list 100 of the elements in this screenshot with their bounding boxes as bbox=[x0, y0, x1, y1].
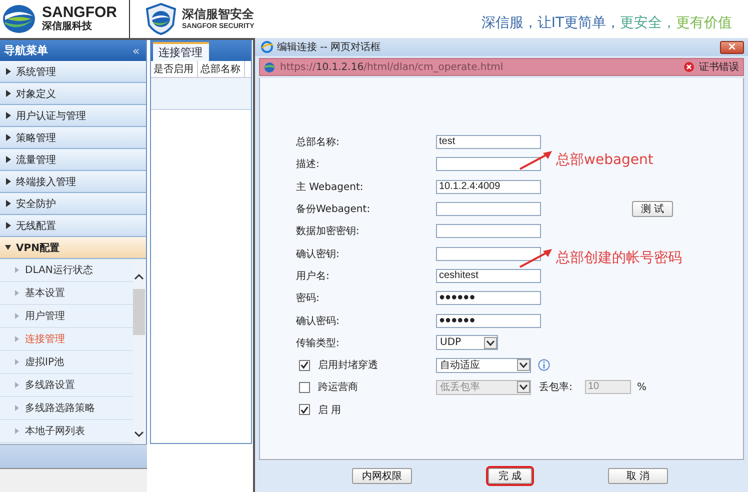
caret-right-icon bbox=[5, 68, 11, 75]
collapse-button[interactable]: « bbox=[132, 44, 140, 58]
submenu-label: 用户管理 bbox=[25, 310, 65, 323]
input-field[interactable]: 10.1.2.4:4009 bbox=[436, 180, 541, 194]
caret-right-icon bbox=[5, 222, 11, 229]
field-label: 描述: bbox=[296, 158, 320, 172]
caret-right-icon bbox=[5, 90, 11, 97]
brand-name: SANGFOR bbox=[42, 5, 117, 21]
input-field[interactable]: ceshitest bbox=[436, 268, 541, 283]
field-label: 丢包率: bbox=[539, 380, 574, 394]
submenu-label: 连接管理 bbox=[25, 332, 65, 346]
submenu-item[interactable]: 本地子网列表 bbox=[0, 420, 133, 443]
nav-item[interactable]: 流量管理 bbox=[0, 149, 146, 171]
arrow-icon bbox=[518, 150, 554, 170]
dialog-button[interactable]: 完 成 bbox=[488, 468, 532, 484]
nav-label: 流量管理 bbox=[16, 154, 56, 166]
submenu-label: 多线路设置 bbox=[25, 378, 75, 392]
caret-right-icon bbox=[5, 112, 11, 119]
scrollbar[interactable] bbox=[132, 259, 146, 444]
browser-icon bbox=[261, 41, 273, 53]
field-label: 用户名: bbox=[296, 270, 330, 283]
dropdown[interactable]: UDP bbox=[436, 335, 498, 350]
submenu-label: 虚拟IP池 bbox=[25, 356, 64, 369]
submenu-item[interactable]: DLAN运行状态 bbox=[0, 259, 133, 282]
window-title: 编辑连接 -- 网页对话框 bbox=[277, 40, 381, 54]
input-field[interactable] bbox=[436, 157, 541, 172]
field-label: 数据加密密钥: bbox=[296, 224, 360, 238]
nav-label: 安全防护 bbox=[16, 198, 56, 210]
field-label: 主 Webagent: bbox=[296, 180, 364, 194]
caret-right-icon bbox=[5, 200, 11, 207]
column-header[interactable]: 总部名称 bbox=[198, 61, 245, 77]
nav-label: VPN配置 bbox=[16, 242, 60, 254]
caret-right-icon bbox=[5, 134, 11, 141]
nav-item[interactable]: 系统管理 bbox=[0, 61, 146, 83]
caret-down-icon bbox=[5, 244, 11, 251]
nav-item[interactable]: 策略管理 bbox=[0, 127, 146, 149]
url-text: https://10.1.2.16/html/dlan/cm_operate.html bbox=[280, 62, 504, 72]
caret-right-icon bbox=[15, 267, 19, 273]
field-label: 确认密码: bbox=[296, 314, 340, 328]
input-field[interactable] bbox=[436, 202, 541, 216]
tab[interactable]: 连接管理 bbox=[152, 42, 209, 61]
caret-right-icon bbox=[5, 156, 11, 163]
submenu-label: 基本设置 bbox=[25, 286, 65, 300]
submenu-item[interactable]: 用户管理 bbox=[0, 305, 133, 328]
nav-item[interactable]: 安全防护 bbox=[0, 193, 146, 215]
scroll-thumb[interactable] bbox=[133, 289, 146, 335]
arrow-icon bbox=[518, 248, 554, 268]
submenu-label: 本地子网列表 bbox=[25, 424, 85, 438]
dropdown[interactable]: 自动适应 bbox=[436, 358, 531, 373]
slogan-text: 深信服，让IT更简单， bbox=[481, 15, 620, 31]
checkbox[interactable] bbox=[299, 404, 310, 416]
input-field[interactable] bbox=[436, 224, 541, 238]
submenu-item[interactable]: 虚拟IP池 bbox=[0, 351, 133, 374]
submenu-item[interactable]: 基本设置 bbox=[0, 282, 133, 305]
nav-label: 对象定义 bbox=[16, 88, 56, 100]
test-button[interactable]: 测 试 bbox=[632, 201, 674, 218]
nav-item[interactable]: 对象定义 bbox=[0, 83, 146, 105]
input-field[interactable]: ●●●●●● bbox=[436, 314, 541, 328]
field-label: 传输类型: bbox=[296, 336, 340, 350]
caret-right-icon bbox=[5, 178, 11, 185]
caret-right-icon bbox=[15, 336, 19, 342]
globe-icon bbox=[264, 62, 275, 72]
input-field[interactable] bbox=[436, 246, 541, 261]
nav-item[interactable]: VPN配置 bbox=[0, 237, 146, 259]
nav-item[interactable]: 无线配置 bbox=[0, 215, 146, 237]
slogan-text: 更有价值 bbox=[676, 15, 732, 31]
caret-right-icon bbox=[15, 382, 19, 388]
checkmark-icon bbox=[300, 360, 309, 370]
caret-right-icon bbox=[15, 405, 19, 411]
caret-right-icon bbox=[15, 428, 19, 434]
nav-label: 系统管理 bbox=[16, 66, 56, 78]
nav-label: 无线配置 bbox=[16, 220, 56, 232]
checkbox[interactable] bbox=[299, 360, 310, 371]
dialog-button[interactable]: 内网权限 bbox=[352, 468, 412, 484]
submenu-item[interactable]: 多线路选路策略 bbox=[0, 397, 133, 420]
nav-item[interactable]: 终端接入管理 bbox=[0, 171, 146, 193]
nav-label: 策略管理 bbox=[16, 132, 56, 144]
nav-item[interactable]: 用户认证与管理 bbox=[0, 105, 146, 127]
submenu-label: DLAN运行状态 bbox=[25, 264, 93, 277]
caret-right-icon bbox=[15, 313, 19, 319]
error-icon bbox=[684, 62, 694, 72]
slogan-text: 更安全， bbox=[620, 15, 676, 31]
input-field[interactable]: ●●●●●● bbox=[436, 291, 541, 306]
checkbox-label: 启用封堵穿透 bbox=[318, 358, 378, 372]
submenu-item[interactable]: 多线路设置 bbox=[0, 374, 133, 397]
dialog-button[interactable]: 取 消 bbox=[608, 468, 668, 484]
annotation-text: 总部创建的帐号密码 bbox=[556, 249, 682, 267]
column-header[interactable]: 是否启用 bbox=[150, 61, 198, 77]
certificate-error-link[interactable]: 证书错误 bbox=[699, 60, 739, 74]
shield-logo-icon bbox=[146, 3, 176, 35]
caret-right-icon bbox=[15, 290, 19, 296]
field-label: 总部名称: bbox=[296, 136, 340, 150]
scroll-up-icon bbox=[134, 273, 144, 281]
annotation-text: 总部webagent bbox=[556, 151, 654, 169]
nav-label: 用户认证与管理 bbox=[16, 110, 86, 122]
field-label: 确认密钥: bbox=[296, 248, 340, 261]
caret-right-icon bbox=[15, 359, 19, 365]
brand-name: 深信服智安全 bbox=[182, 6, 254, 22]
input-field[interactable]: test bbox=[436, 135, 541, 150]
field-label: 密码: bbox=[296, 292, 320, 306]
